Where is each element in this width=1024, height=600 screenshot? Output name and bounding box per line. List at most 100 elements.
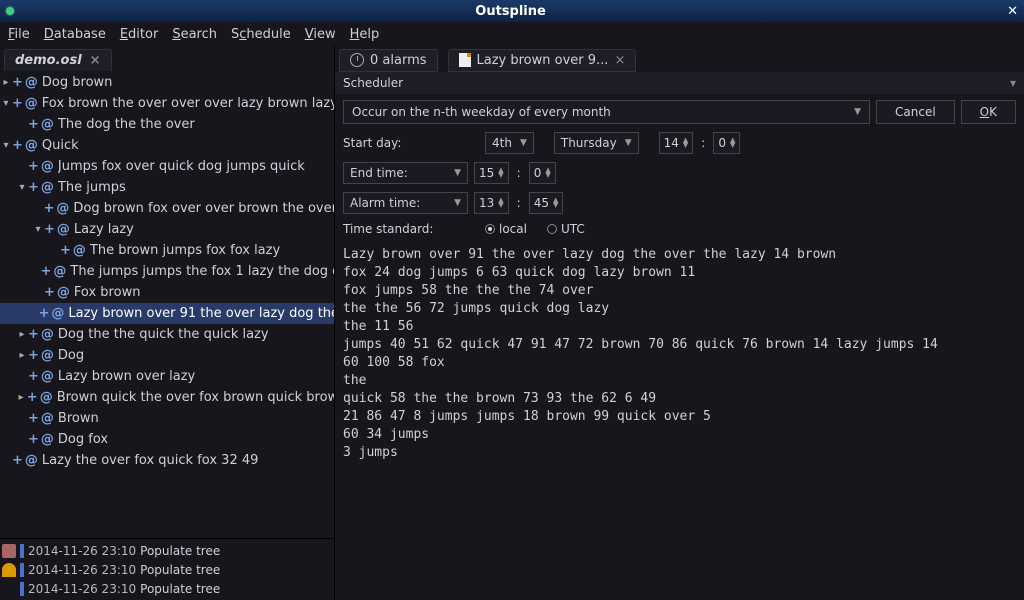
item-body-text[interactable]: Lazy brown over 91 the over lazy dog the… — [335, 242, 1024, 600]
log-row[interactable]: 2014-11-26 23:10Populate tree — [2, 560, 332, 579]
tree-row[interactable]: ·+@Brown — [0, 408, 334, 429]
tree-row[interactable]: ·+@Fox brown — [0, 282, 334, 303]
collapse-icon[interactable]: ▾ — [0, 136, 12, 156]
tree-row[interactable]: ·+@Jumps fox over quick dog jumps quick — [0, 156, 334, 177]
close-icon[interactable]: × — [614, 53, 625, 68]
tree-row[interactable]: ·+@Lazy the over fox quick fox 32 49 — [0, 450, 334, 471]
close-icon[interactable]: × — [90, 53, 101, 68]
plus-icon: + — [28, 157, 39, 177]
at-icon: @ — [41, 115, 54, 135]
at-icon: @ — [53, 262, 66, 282]
log-row[interactable]: 2014-11-26 23:10Populate tree — [2, 541, 332, 560]
log-time: 2014-11-26 23:10 — [28, 563, 136, 577]
tree-row[interactable]: ▸+@Brown quick the over fox brown quick … — [0, 387, 334, 408]
menu-view[interactable]: View — [305, 27, 336, 42]
menu-file[interactable]: File — [8, 27, 30, 42]
alarms-tab[interactable]: 0 alarms — [339, 49, 438, 72]
alarm-time-select[interactable]: Alarm time:▼ — [343, 192, 468, 214]
menu-search[interactable]: Search — [172, 27, 217, 42]
db-tab[interactable]: demo.osl × — [4, 49, 112, 71]
at-icon: @ — [25, 451, 38, 471]
tree-row[interactable]: ·+@Lazy brown over 91 the over lazy dog … — [0, 303, 334, 324]
tree-item-label: The dog the the over — [58, 115, 195, 135]
cancel-button[interactable]: Cancel — [876, 100, 955, 124]
collapse-icon[interactable]: ▾ — [32, 220, 44, 240]
expand-icon[interactable]: ▸ — [16, 346, 28, 366]
end-time-select[interactable]: End time:▼ — [343, 162, 468, 184]
radio-icon — [485, 224, 495, 234]
plus-icon: + — [44, 220, 55, 240]
at-icon: @ — [57, 220, 70, 240]
tree-row[interactable]: ▸+@Dog the the quick the quick lazy — [0, 324, 334, 345]
tree-row[interactable]: ·+@The jumps jumps the fox 1 lazy the do… — [0, 261, 334, 282]
tree-item-label: Brown — [58, 409, 99, 429]
log-time: 2014-11-26 23:10 — [28, 544, 136, 558]
tree-row[interactable]: ·+@Dog brown fox over over brown the ove… — [0, 198, 334, 219]
tree-item-label: Quick — [42, 136, 79, 156]
start-nth-select[interactable]: 4th▼ — [485, 132, 534, 154]
start-day-label: Start day: — [343, 136, 438, 150]
at-icon: @ — [40, 388, 53, 408]
plus-icon: + — [28, 367, 39, 387]
at-icon: @ — [41, 157, 54, 177]
alarms-label: 0 alarms — [370, 53, 427, 68]
scheduler-head[interactable]: Scheduler ▾ — [335, 72, 1024, 94]
ts-utc-radio[interactable]: UTC — [547, 222, 585, 236]
log-time: 2014-11-26 23:10 — [28, 582, 136, 596]
plus-icon: + — [28, 325, 39, 345]
log-bar-icon — [20, 544, 24, 558]
tree-row[interactable]: ▾+@Fox brown the over over over lazy bro… — [0, 93, 334, 114]
start-min-spin[interactable]: 0▲▼ — [713, 132, 740, 154]
expand-icon[interactable]: ▸ — [16, 325, 28, 345]
menu-help[interactable]: Help — [350, 27, 380, 42]
plus-icon: + — [44, 199, 55, 219]
tree-item-label: Lazy lazy — [74, 220, 134, 240]
end-hour-spin[interactable]: 15▲▼ — [474, 162, 509, 184]
log-bar-icon — [20, 563, 24, 577]
plus-icon: + — [28, 409, 39, 429]
close-icon[interactable]: ✕ — [1007, 4, 1018, 19]
plus-icon: + — [38, 304, 49, 324]
expand-icon[interactable]: ▸ — [15, 388, 26, 408]
menu-database[interactable]: Database — [44, 27, 106, 42]
left-panel: demo.osl × ▸+@Dog brown▾+@Fox brown the … — [0, 46, 335, 600]
scheduler-body: Occur on the n-th weekday of every month… — [335, 94, 1024, 242]
tree-row[interactable]: ▸+@Dog brown — [0, 72, 334, 93]
rule-dropdown[interactable]: Occur on the n-th weekday of every month… — [343, 100, 870, 124]
item-tab[interactable]: Lazy brown over 9... × — [448, 49, 637, 72]
tree-row[interactable]: ▾+@Lazy lazy — [0, 219, 334, 240]
expand-icon[interactable]: ▸ — [0, 73, 12, 93]
plus-icon: + — [28, 346, 39, 366]
end-min-spin[interactable]: 0▲▼ — [529, 162, 556, 184]
plus-icon: + — [27, 388, 38, 408]
ok-button[interactable]: OK — [961, 100, 1016, 124]
tree-row[interactable]: ·+@The brown jumps fox fox lazy — [0, 240, 334, 261]
chevron-down-icon: ▾ — [1010, 76, 1016, 90]
collapse-icon[interactable]: ▾ — [0, 94, 12, 114]
tree-item-label: The jumps jumps the fox 1 lazy the dog d… — [70, 262, 334, 282]
plus-icon: + — [28, 430, 39, 450]
alarm-hour-spin[interactable]: 13▲▼ — [474, 192, 509, 214]
ts-local-radio[interactable]: local — [485, 222, 527, 236]
tree-item-label: Dog the the quick the quick lazy — [58, 325, 269, 345]
tree-row[interactable]: ·+@Dog fox — [0, 429, 334, 450]
tree-row[interactable]: ·+@The dog the the over — [0, 114, 334, 135]
plus-icon: + — [12, 451, 23, 471]
at-icon: @ — [57, 283, 70, 303]
tree-row[interactable]: ▾+@Quick — [0, 135, 334, 156]
menu-editor[interactable]: Editor — [120, 27, 158, 42]
tree[interactable]: ▸+@Dog brown▾+@Fox brown the over over o… — [0, 72, 334, 538]
tree-row[interactable]: ▾+@The jumps — [0, 177, 334, 198]
collapse-icon[interactable]: ▾ — [16, 178, 28, 198]
log-text: Populate tree — [140, 582, 220, 596]
tree-row[interactable]: ·+@Lazy brown over lazy — [0, 366, 334, 387]
plus-icon: + — [12, 94, 23, 114]
tree-item-label: Dog brown — [42, 73, 112, 93]
start-weekday-select[interactable]: Thursday▼ — [554, 132, 639, 154]
alarm-min-spin[interactable]: 45▲▼ — [529, 192, 564, 214]
tree-row[interactable]: ▸+@Dog — [0, 345, 334, 366]
start-hour-spin[interactable]: 14▲▼ — [659, 132, 694, 154]
menu-schedule[interactable]: Schedule — [231, 27, 291, 42]
log-row[interactable]: 2014-11-26 23:10 Populate tree — [2, 579, 332, 598]
at-icon: @ — [51, 304, 64, 324]
